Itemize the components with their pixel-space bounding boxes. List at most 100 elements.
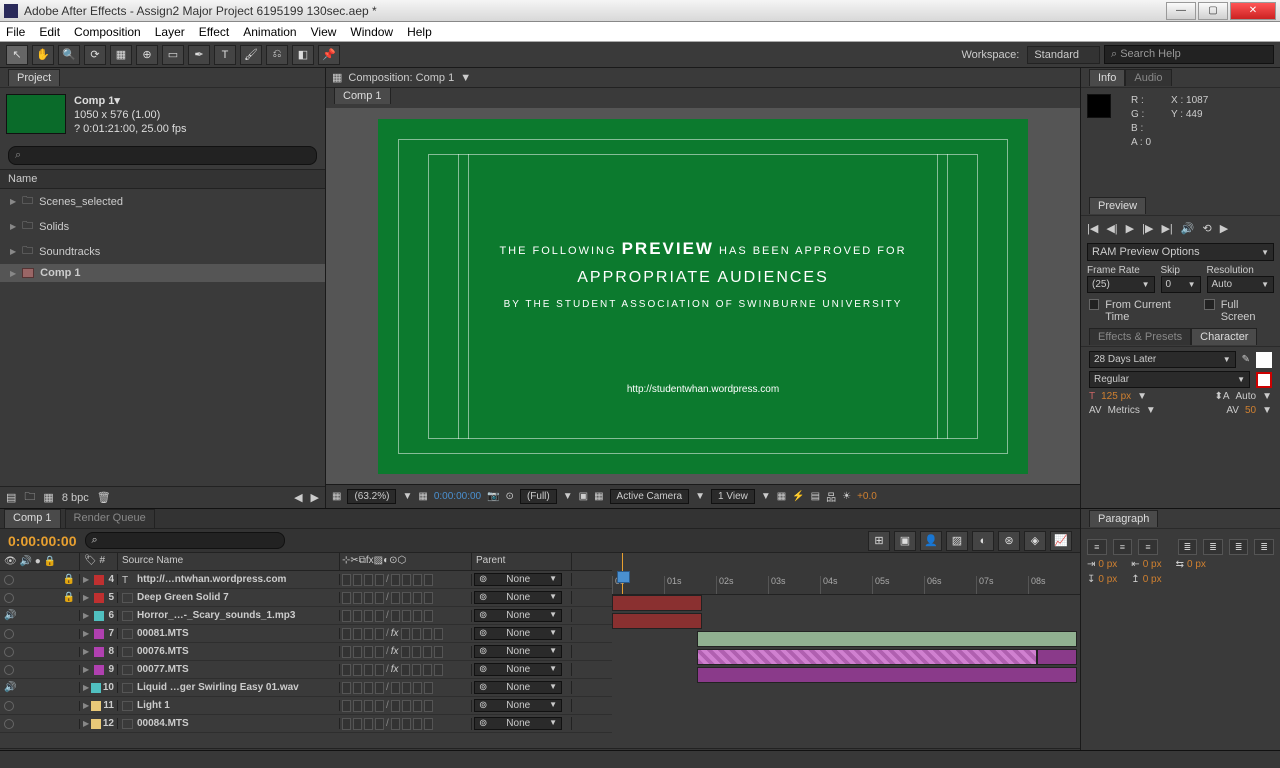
project-item[interactable]: ▶🗀Scenes_selected [0, 189, 325, 214]
ram-preview-button[interactable]: ▶ [1220, 222, 1228, 235]
indent-field[interactable]: ⇤0 px [1131, 559, 1161, 570]
pen-tool[interactable]: ✒ [188, 45, 210, 65]
indent-field[interactable]: ⇆0 px [1176, 559, 1206, 570]
timeline-comp-tab[interactable]: Comp 1 [4, 509, 61, 528]
align-left-button[interactable]: ≡ [1087, 539, 1107, 555]
views-dropdown[interactable]: 1 View [711, 489, 755, 504]
ram-preview-dropdown[interactable]: RAM Preview Options▼ [1087, 243, 1274, 261]
menu-view[interactable]: View [311, 25, 337, 39]
comp-mini-flowchart-icon[interactable]: ⊞ [868, 531, 890, 551]
audio-toggle[interactable]: 🔊 [4, 682, 16, 693]
layer-row[interactable]: ▶800076.MTS / fx⊚ None▼ [0, 643, 612, 661]
visibility-toggle[interactable] [4, 629, 14, 639]
framerate-dropdown[interactable]: (25)▼ [1087, 276, 1155, 293]
layer-row[interactable]: ▶900077.MTS / fx⊚ None▼ [0, 661, 612, 679]
zoom-dropdown[interactable]: (63.2%) [347, 489, 396, 504]
label-color[interactable] [91, 701, 101, 711]
project-search-input[interactable]: ⌕ [8, 146, 317, 165]
preview-res-dropdown[interactable]: Auto▼ [1207, 276, 1275, 293]
menu-effect[interactable]: Effect [199, 25, 229, 39]
parent-dropdown[interactable]: ⊚ None▼ [474, 645, 562, 658]
channel-icon[interactable]: ⊙ [506, 491, 514, 502]
layer-row[interactable]: ▶1200084.MTS / ⊚ None▼ [0, 715, 612, 733]
prev-frame-button[interactable]: ◀| [1106, 222, 1117, 235]
parent-dropdown[interactable]: ⊚ None▼ [474, 717, 562, 730]
draft-3d-icon[interactable]: ▣ [894, 531, 916, 551]
layer-row[interactable]: ▶700081.MTS / fx⊚ None▼ [0, 625, 612, 643]
timeline-icon[interactable]: ▤ [811, 491, 820, 502]
puppet-tool[interactable]: 📌 [318, 45, 340, 65]
paragraph-tab[interactable]: Paragraph [1089, 510, 1158, 527]
font-family-dropdown[interactable]: 28 Days Later▼ [1089, 351, 1236, 368]
pixel-aspect-icon[interactable]: ▦ [777, 491, 786, 502]
fx-badge[interactable]: fx [391, 628, 399, 639]
timecode-display[interactable]: 0:00:00:00 [434, 491, 481, 502]
resolution-dropdown[interactable]: (Full) [520, 489, 557, 504]
label-color[interactable] [94, 593, 104, 603]
visibility-toggle[interactable] [4, 593, 14, 603]
visibility-toggle[interactable] [4, 701, 14, 711]
search-help-input[interactable]: ⌕ Search Help [1104, 45, 1274, 64]
justify-right-button[interactable]: ≣ [1229, 539, 1249, 555]
composition-viewer[interactable]: THE FOLLOWING PREVIEW HAS BEEN APPROVED … [326, 108, 1080, 484]
preview-tab[interactable]: Preview [1089, 197, 1146, 214]
layer-bar[interactable] [1037, 649, 1077, 665]
align-right-button[interactable]: ≡ [1138, 539, 1158, 555]
rotate-tool[interactable]: ⟳ [84, 45, 106, 65]
roi-icon[interactable]: ▣ [579, 491, 588, 502]
fill-color[interactable] [1256, 352, 1272, 368]
bpc-display[interactable]: 8 bpc [62, 492, 89, 504]
project-tab[interactable]: Project [8, 69, 60, 86]
shy-icon[interactable]: 👤 [920, 531, 942, 551]
indent-field[interactable]: ⇥0 px [1087, 559, 1117, 570]
parent-dropdown[interactable]: ⊚ None▼ [474, 627, 562, 640]
visibility-toggle[interactable] [4, 647, 14, 657]
pan-behind-tool[interactable]: ⊕ [136, 45, 158, 65]
comp-flowchart-icon[interactable]: 品 [826, 489, 836, 504]
from-current-time-checkbox[interactable] [1089, 299, 1099, 310]
workspace-dropdown[interactable]: Standard [1027, 46, 1100, 64]
justify-center-button[interactable]: ≣ [1203, 539, 1223, 555]
layer-bar[interactable] [697, 649, 1037, 665]
lock-icon[interactable]: 🔒 [63, 574, 75, 585]
layer-bar[interactable] [612, 613, 702, 629]
visibility-toggle[interactable] [4, 719, 14, 729]
justify-left-button[interactable]: ≣ [1178, 539, 1198, 555]
comp-thumbnail[interactable] [6, 94, 66, 134]
menu-edit[interactable]: Edit [39, 25, 60, 39]
kerning-value[interactable]: Metrics [1108, 405, 1140, 416]
mute-button[interactable]: 🔊 [1181, 222, 1195, 235]
exposure-reset-icon[interactable]: ☀ [842, 491, 851, 502]
exposure-value[interactable]: +0.0 [857, 491, 877, 502]
leading-value[interactable]: Auto [1236, 391, 1257, 402]
layer-row[interactable]: 🔊▶6Horror_…-_Scary_sounds_1.mp3 / ⊚ None… [0, 607, 612, 625]
playhead[interactable] [622, 553, 623, 594]
minimize-button[interactable]: — [1166, 2, 1196, 20]
always-preview-icon[interactable]: ▦ [332, 491, 341, 502]
font-size-value[interactable]: 125 px [1101, 391, 1131, 402]
align-center-button[interactable]: ≡ [1113, 539, 1133, 555]
menu-composition[interactable]: Composition [74, 25, 141, 39]
play-button[interactable]: ▶ [1126, 222, 1134, 235]
frame-blend-icon[interactable]: ▨ [946, 531, 968, 551]
indent-field[interactable]: ↥0 px [1131, 574, 1161, 585]
layer-bar[interactable] [612, 595, 702, 611]
parent-dropdown[interactable]: ⊚ None▼ [474, 699, 562, 712]
prev-icon[interactable]: ◀ [294, 491, 302, 504]
fast-preview-icon[interactable]: ⚡ [792, 491, 804, 502]
render-queue-tab[interactable]: Render Queue [65, 509, 155, 528]
comp-dropdown-icon[interactable]: ▼ [460, 72, 471, 84]
current-timecode[interactable]: 0:00:00:00 [8, 533, 77, 549]
menu-help[interactable]: Help [407, 25, 432, 39]
last-frame-button[interactable]: ▶| [1161, 222, 1172, 235]
fx-badge[interactable]: fx [391, 646, 399, 657]
label-color[interactable] [94, 611, 104, 621]
selection-tool[interactable]: ↖ [6, 45, 28, 65]
tracking-value[interactable]: 50 [1245, 405, 1256, 416]
maximize-button[interactable]: ▢ [1198, 2, 1228, 20]
brush-tool[interactable]: 🖌 [240, 45, 262, 65]
zoom-tool[interactable]: 🔍 [58, 45, 80, 65]
graph-editor-icon[interactable]: 📈 [1050, 531, 1072, 551]
project-name-header[interactable]: Name [0, 169, 325, 189]
camera-dropdown[interactable]: Active Camera [610, 489, 690, 504]
